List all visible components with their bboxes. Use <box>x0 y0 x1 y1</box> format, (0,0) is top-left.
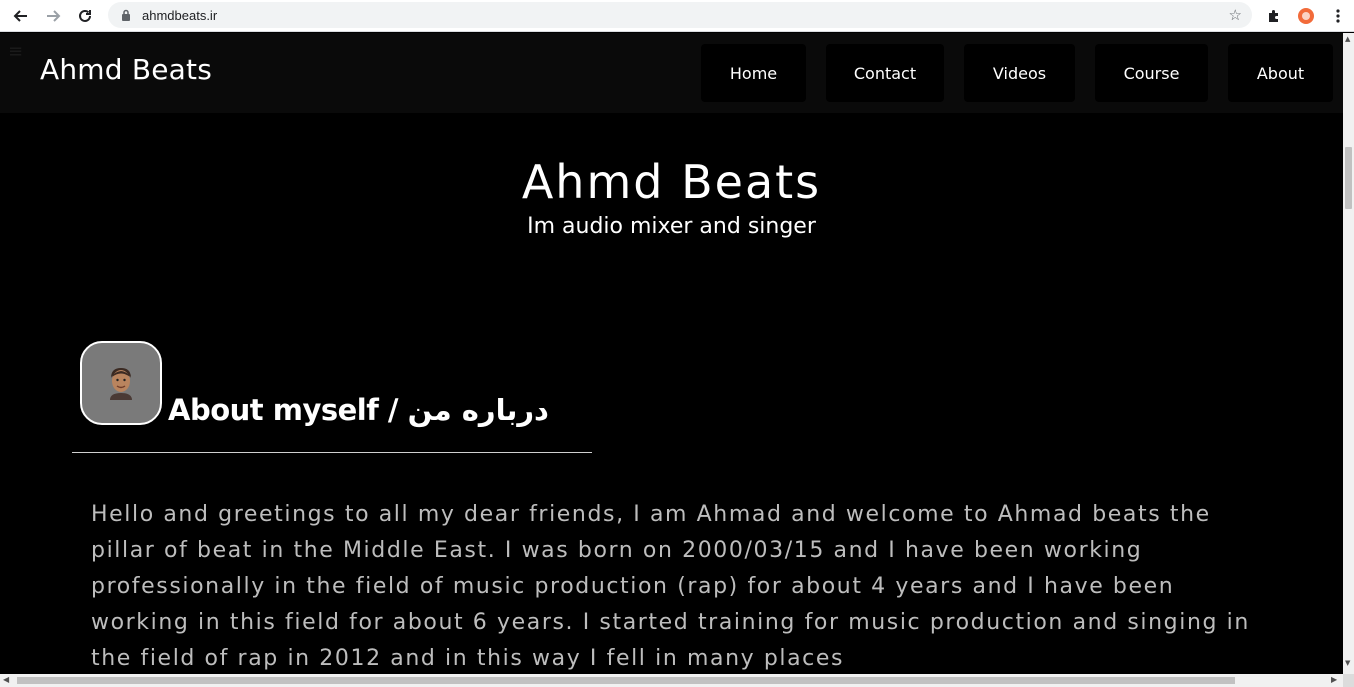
scroll-up-icon[interactable]: ▲ <box>1345 35 1350 43</box>
bookmark-star-icon[interactable]: ☆ <box>1229 6 1242 24</box>
nav-videos[interactable]: Videos <box>964 44 1075 102</box>
lock-icon <box>120 9 132 21</box>
hero-title: Ahmd Beats <box>521 155 822 209</box>
vertical-scroll-thumb[interactable] <box>1345 147 1352 209</box>
url-text: ahmdbeats.ir <box>142 7 218 23</box>
address-bar[interactable]: ahmdbeats.ir ☆ <box>108 2 1252 28</box>
reload-icon[interactable] <box>72 3 98 29</box>
extensions-puzzle-icon[interactable] <box>1263 5 1285 27</box>
memoji-avatar-icon <box>110 368 132 400</box>
browser-toolbar: ahmdbeats.ir ☆ <box>0 0 1354 32</box>
back-icon[interactable] <box>8 3 34 29</box>
hamburger-icon[interactable]: ≡ <box>8 41 28 62</box>
nav-contact[interactable]: Contact <box>826 44 944 102</box>
scroll-down-icon[interactable]: ▼ <box>1345 659 1350 667</box>
site-brand[interactable]: Ahmd Beats <box>40 53 212 86</box>
page-viewport: ≡ Ahmd Beats Home Contact Videos Course … <box>0 33 1343 674</box>
profile-avatar-icon[interactable] <box>1295 5 1317 27</box>
browser-menu-icon[interactable] <box>1327 5 1349 27</box>
nav-home[interactable]: Home <box>701 44 806 102</box>
vertical-scrollbar[interactable]: ▲ ▼ <box>1343 33 1354 674</box>
nav-course[interactable]: Course <box>1095 44 1208 102</box>
hero-subtitle: Im audio mixer and singer <box>527 214 816 239</box>
scroll-left-icon[interactable]: ◀ <box>3 675 9 684</box>
section-divider <box>72 452 592 453</box>
scroll-right-icon[interactable]: ▶ <box>1331 675 1337 684</box>
nav-about[interactable]: About <box>1228 44 1333 102</box>
scrollbar-corner <box>1343 674 1354 687</box>
site-header: ≡ Ahmd Beats Home Contact Videos Course … <box>0 33 1343 113</box>
horizontal-scroll-thumb[interactable] <box>17 677 1235 684</box>
bio-paragraph: Hello and greetings to all my dear frien… <box>91 502 1250 671</box>
forward-icon[interactable] <box>40 3 66 29</box>
avatar <box>80 341 162 425</box>
horizontal-scrollbar[interactable]: ◀ ▶ <box>0 674 1343 687</box>
about-heading: About myself / درباره من <box>168 393 549 427</box>
